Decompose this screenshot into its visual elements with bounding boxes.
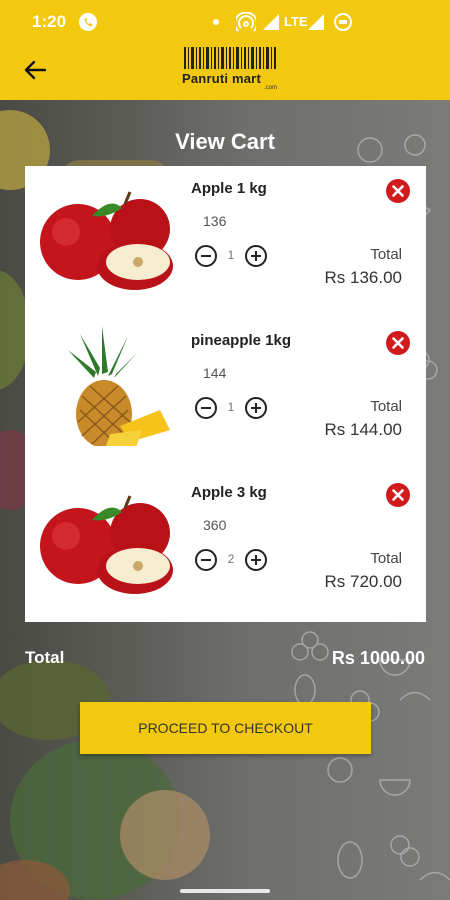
item-name: Apple 1 kg xyxy=(191,180,267,197)
whatsapp-icon xyxy=(79,13,97,31)
quantity-stepper: 1 xyxy=(194,396,274,420)
minus-circle-icon[interactable] xyxy=(194,396,218,420)
cell-signal-icon xyxy=(308,14,324,30)
app-logo: Panruti mart .com xyxy=(182,47,280,92)
plus-circle-icon[interactable] xyxy=(244,548,268,572)
quantity-value: 1 xyxy=(227,248,235,262)
remove-item-icon[interactable] xyxy=(385,330,411,356)
notification-dot-icon xyxy=(213,19,219,25)
item-name: pineapple 1kg xyxy=(191,332,292,349)
apple-image xyxy=(40,191,173,290)
item-price: 136 xyxy=(203,213,227,229)
logo-text: Panruti mart xyxy=(182,71,261,86)
item-total-label: Total xyxy=(370,398,402,415)
quantity-stepper: 2 xyxy=(194,548,274,572)
plus-circle-icon[interactable] xyxy=(244,396,268,420)
quantity-value: 2 xyxy=(227,552,235,566)
quantity-stepper: 1 xyxy=(194,244,274,268)
cart-total-label: Total xyxy=(25,648,65,667)
item-total-value: Rs 136.00 xyxy=(324,268,403,287)
cart-list: Apple 1 kg 136 1 Total Rs 136.00 pineapp… xyxy=(25,166,426,622)
hotspot-icon xyxy=(236,12,256,32)
checkout-button-label: PROCEED TO CHECKOUT xyxy=(138,720,313,736)
app-header: 1:20 LTE Panruti mart .com xyxy=(0,0,450,100)
cart-item: pineapple 1kg 144 1 Total Rs 144.00 xyxy=(25,318,426,470)
page-title: View Cart xyxy=(175,129,275,154)
plus-circle-icon[interactable] xyxy=(244,244,268,268)
back-arrow-icon[interactable] xyxy=(20,55,50,85)
proceed-to-checkout-button[interactable]: PROCEED TO CHECKOUT xyxy=(80,702,371,754)
status-time: 1:20 xyxy=(32,12,67,31)
apple-image xyxy=(40,495,173,594)
quantity-value: 1 xyxy=(227,400,235,414)
item-name: Apple 3 kg xyxy=(191,484,267,501)
item-total-value: Rs 720.00 xyxy=(324,572,403,591)
network-label: LTE xyxy=(284,14,308,29)
item-price: 144 xyxy=(203,365,227,381)
minus-circle-icon[interactable] xyxy=(194,244,218,268)
cart-item: Apple 3 kg 360 2 Total Rs 720.00 xyxy=(25,470,426,622)
status-bar: 1:20 LTE xyxy=(0,0,450,44)
logo-subtext: .com xyxy=(264,85,278,91)
barcode-icon xyxy=(184,47,276,69)
minus-circle-icon[interactable] xyxy=(194,548,218,572)
cart-total-value: Rs 1000.00 xyxy=(331,648,425,668)
wifi-signal-icon xyxy=(263,14,279,30)
pineapple-image xyxy=(68,326,170,446)
item-total-label: Total xyxy=(370,246,402,263)
item-total-value: Rs 144.00 xyxy=(324,420,403,439)
remove-item-icon[interactable] xyxy=(385,482,411,508)
battery-saver-icon xyxy=(334,13,352,31)
item-price: 360 xyxy=(203,517,227,533)
home-indicator[interactable] xyxy=(180,889,270,893)
item-total-label: Total xyxy=(370,550,402,567)
remove-item-icon[interactable] xyxy=(385,178,411,204)
cart-item: Apple 1 kg 136 1 Total Rs 136.00 xyxy=(25,166,426,318)
